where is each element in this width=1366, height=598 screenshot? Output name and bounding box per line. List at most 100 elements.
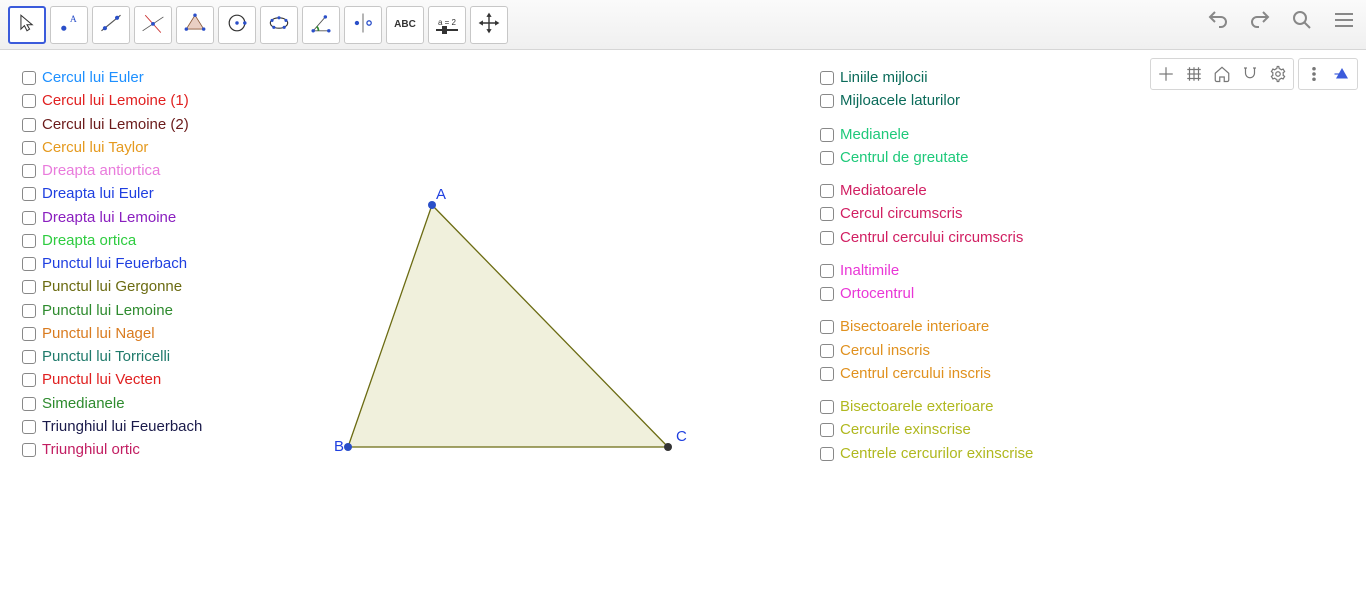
check-label: Centrele cercurilor exinscrise <box>840 444 1033 464</box>
reflect-tool[interactable] <box>344 6 382 44</box>
check-label: Punctul lui Vecten <box>42 370 161 390</box>
checkbox-icon <box>22 118 36 132</box>
checkbox-icon <box>22 304 36 318</box>
point-tool[interactable]: A <box>50 6 88 44</box>
perpendicular-tool[interactable] <box>134 6 172 44</box>
left-check-14[interactable]: Simedianele <box>22 394 202 414</box>
checkbox-icon <box>22 187 36 201</box>
left-check-7[interactable]: Dreapta ortica <box>22 231 202 251</box>
right-check-0-1[interactable]: Mijloacele laturilor <box>820 91 1033 111</box>
svg-text:A: A <box>70 15 77 25</box>
left-check-2[interactable]: Cercul lui Lemoine (2) <box>22 115 202 135</box>
check-label: Centrul de greutate <box>840 148 968 168</box>
right-check-2-1[interactable]: Cercul circumscris <box>820 204 1033 224</box>
point-c[interactable] <box>664 443 672 451</box>
polygon-tool[interactable] <box>176 6 214 44</box>
checkbox-icon <box>22 397 36 411</box>
conic-tool[interactable] <box>260 6 298 44</box>
check-label: Dreapta antiortica <box>42 161 160 181</box>
check-label: Dreapta lui Euler <box>42 184 154 204</box>
right-check-4-0[interactable]: Bisectoarele interioare <box>820 317 1033 337</box>
check-label: Centrul cercului inscris <box>840 364 991 384</box>
left-check-9[interactable]: Punctul lui Gergonne <box>22 277 202 297</box>
left-check-0[interactable]: Cercul lui Euler <box>22 68 202 88</box>
right-check-5-2[interactable]: Centrele cercurilor exinscrise <box>820 444 1033 464</box>
right-check-2-2[interactable]: Centrul cercului circumscris <box>820 228 1033 248</box>
left-check-16[interactable]: Triunghiul ortic <box>22 440 202 460</box>
slider-tool[interactable]: a = 2 <box>428 6 466 44</box>
polygon-icon <box>182 10 208 39</box>
label-b: B <box>334 438 344 455</box>
search-button[interactable] <box>1288 6 1316 34</box>
checkbox-icon <box>820 264 834 278</box>
right-check-4-2[interactable]: Centrul cercului inscris <box>820 364 1033 384</box>
left-check-12[interactable]: Punctul lui Torricelli <box>22 347 202 367</box>
cursor-icon <box>14 10 40 39</box>
checkbox-icon <box>820 207 834 221</box>
left-check-6[interactable]: Dreapta lui Lemoine <box>22 208 202 228</box>
check-label: Ortocentrul <box>840 284 914 304</box>
right-check-5-0[interactable]: Bisectoarele exterioare <box>820 397 1033 417</box>
left-check-1[interactable]: Cercul lui Lemoine (1) <box>22 91 202 111</box>
checkbox-icon <box>820 400 834 414</box>
right-check-2-0[interactable]: Mediatoarele <box>820 181 1033 201</box>
triangle-drawing: A B C <box>0 50 1366 598</box>
circle-tool[interactable] <box>218 6 256 44</box>
checkbox-icon <box>22 257 36 271</box>
checkbox-icon <box>22 373 36 387</box>
checkbox-icon <box>820 367 834 381</box>
right-group-2: Mediatoarele Cercul circumscris Centrul ce… <box>820 181 1033 248</box>
left-check-15[interactable]: Triunghiul lui Feuerbach <box>22 417 202 437</box>
checkbox-icon <box>820 128 834 142</box>
right-check-4-1[interactable]: Cercul inscris <box>820 341 1033 361</box>
line2pt-icon <box>98 10 124 39</box>
checkbox-icon <box>820 184 834 198</box>
menu-button[interactable] <box>1330 6 1358 34</box>
left-check-13[interactable]: Punctul lui Vecten <box>22 370 202 390</box>
check-label: Cercurile exinscrise <box>840 420 971 440</box>
left-check-3[interactable]: Cercul lui Taylor <box>22 138 202 158</box>
angle-tool[interactable] <box>302 6 340 44</box>
reflect-icon <box>350 10 376 39</box>
right-check-list: Liniile mijlocii Mijloacele laturilor Medi… <box>820 68 1033 474</box>
check-label: Bisectoarele interioare <box>840 317 989 337</box>
point-a[interactable] <box>428 201 436 209</box>
right-group-1: Medianele Centrul de greutate <box>820 125 1033 169</box>
check-label: Inaltimile <box>840 261 899 281</box>
right-check-3-0[interactable]: Inaltimile <box>820 261 1033 281</box>
undo-button[interactable] <box>1204 6 1232 34</box>
line-tool[interactable] <box>92 6 130 44</box>
right-group-3: Inaltimile Ortocentrul <box>820 261 1033 305</box>
point-b[interactable] <box>344 443 352 451</box>
angle-icon <box>308 10 334 39</box>
right-check-5-1[interactable]: Cercurile exinscrise <box>820 420 1033 440</box>
check-label: Cercul lui Euler <box>42 68 144 88</box>
check-label: Cercul inscris <box>840 341 930 361</box>
move-tool[interactable] <box>8 6 46 44</box>
check-label: Cercul lui Taylor <box>42 138 148 158</box>
right-check-1-0[interactable]: Medianele <box>820 125 1033 145</box>
redo-button[interactable] <box>1246 6 1274 34</box>
right-check-0-0[interactable]: Liniile mijlocii <box>820 68 1033 88</box>
toolbar-right <box>1204 6 1358 34</box>
left-check-10[interactable]: Punctul lui Lemoine <box>22 301 202 321</box>
left-check-11[interactable]: Punctul lui Nagel <box>22 324 202 344</box>
right-group-5: Bisectoarele exterioare Cercurile exinscr… <box>820 397 1033 464</box>
checkbox-icon <box>22 71 36 85</box>
label-c: C <box>676 428 687 445</box>
pan-tool[interactable] <box>470 6 508 44</box>
left-check-5[interactable]: Dreapta lui Euler <box>22 184 202 204</box>
label-a: A <box>436 186 446 203</box>
checkbox-icon <box>22 234 36 248</box>
graphics-view[interactable]: A B C Cercul lui Euler Cercul lui Lemoine (… <box>0 50 1366 598</box>
check-label: Cercul circumscris <box>840 204 963 224</box>
left-check-8[interactable]: Punctul lui Feuerbach <box>22 254 202 274</box>
triangle-fill <box>348 205 668 447</box>
right-check-1-1[interactable]: Centrul de greutate <box>820 148 1033 168</box>
checkbox-icon <box>820 344 834 358</box>
check-label: Punctul lui Feuerbach <box>42 254 187 274</box>
check-label: Dreapta lui Lemoine <box>42 208 176 228</box>
right-check-3-1[interactable]: Ortocentrul <box>820 284 1033 304</box>
text-tool[interactable]: ABC <box>386 6 424 44</box>
left-check-4[interactable]: Dreapta antiortica <box>22 161 202 181</box>
